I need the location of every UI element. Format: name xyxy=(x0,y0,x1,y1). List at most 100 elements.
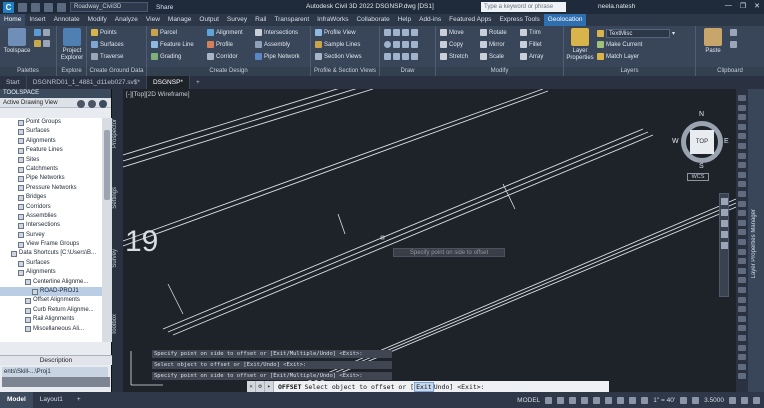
tab-transparent[interactable]: Transparent xyxy=(270,14,313,26)
tab-modify[interactable]: Modify xyxy=(84,14,111,26)
rotate-button[interactable]: Rotate xyxy=(480,29,507,36)
model-tab[interactable]: Model xyxy=(0,392,33,408)
intersections-button[interactable]: Intersections xyxy=(255,29,298,36)
grid-icon[interactable] xyxy=(545,396,553,404)
pipe-network-button[interactable]: Pipe Network xyxy=(255,53,300,60)
fillet-button[interactable]: Fillet xyxy=(520,41,542,48)
wrench-icon[interactable]: ⚙ xyxy=(256,381,265,392)
tool-strip-icon[interactable] xyxy=(738,354,746,361)
tab-collaborate[interactable]: Collaborate xyxy=(352,14,393,26)
tool-strip-icon[interactable] xyxy=(738,267,746,274)
workspace-dropdown[interactable]: Roadway_Civil3D xyxy=(70,2,148,12)
tool-strip-icon[interactable] xyxy=(738,114,746,121)
sample-lines-button[interactable]: Sample Lines xyxy=(315,41,360,48)
tree-item[interactable]: Rail Alignments xyxy=(0,315,102,324)
zoom-icon[interactable] xyxy=(721,220,728,227)
snap-icon[interactable] xyxy=(557,396,565,404)
minimize-icon[interactable]: — xyxy=(725,2,732,10)
palette-icon-2[interactable] xyxy=(34,40,50,47)
tab-settings[interactable]: Settings xyxy=(112,187,123,209)
tool-strip-icon[interactable] xyxy=(738,277,746,284)
palette-icon-1[interactable] xyxy=(34,29,50,36)
doc-tab-dsgnsp[interactable]: DSGNSP* xyxy=(146,76,190,89)
tab-help[interactable]: Help xyxy=(394,14,415,26)
tab-add-ins[interactable]: Add-ins xyxy=(415,14,445,26)
description-scrollbar[interactable] xyxy=(2,377,110,387)
tree-item[interactable]: Pressure Networks xyxy=(0,184,102,193)
isolate-icon[interactable] xyxy=(729,396,736,404)
tool-strip-icon[interactable] xyxy=(738,315,746,322)
viewcube[interactable]: TOP N S E W WCS xyxy=(672,111,729,181)
scale-button[interactable]: Scale xyxy=(480,53,504,60)
points-button[interactable]: Points xyxy=(91,29,117,36)
stretch-button[interactable]: Stretch xyxy=(440,53,468,60)
tree-scroll-thumb[interactable] xyxy=(104,130,110,200)
doc-tab-start[interactable]: Start xyxy=(0,76,27,89)
tab-express-tools[interactable]: Express Tools xyxy=(495,14,543,26)
tool-strip-icon[interactable] xyxy=(738,162,746,169)
fullscreen-icon[interactable] xyxy=(741,396,748,404)
help-icon[interactable] xyxy=(99,100,107,108)
tab-output[interactable]: Output xyxy=(195,14,223,26)
tree-scrollbar[interactable] xyxy=(102,118,112,342)
tab-home[interactable]: Home xyxy=(0,14,26,26)
search-input[interactable]: Type a keyword or phrase xyxy=(481,2,566,12)
alignment-button[interactable]: Alignment xyxy=(207,29,243,36)
feature-line-button[interactable]: Feature Line xyxy=(151,41,194,48)
tool-strip-icon[interactable] xyxy=(738,191,746,197)
tree-item[interactable]: Bridges xyxy=(0,193,102,202)
new-tab-button[interactable]: + xyxy=(190,76,206,89)
tab-annotate[interactable]: Annotate xyxy=(50,14,84,26)
project-explorer-button[interactable]: Project Explorer xyxy=(57,28,87,65)
layout1-tab[interactable]: Layout1 xyxy=(33,392,70,408)
selection-cycling-icon[interactable] xyxy=(629,396,637,404)
tree-item[interactable]: Surfaces xyxy=(0,259,102,268)
tab-view[interactable]: View xyxy=(142,14,164,26)
transparency-icon[interactable] xyxy=(617,396,625,404)
match-layer-button[interactable]: Match Layer xyxy=(597,53,639,60)
array-button[interactable]: Array xyxy=(520,53,543,60)
viewcube-top-face[interactable]: TOP xyxy=(690,130,714,154)
profile-view-button[interactable]: Profile View xyxy=(315,29,356,36)
tool-strip-icon[interactable] xyxy=(738,325,746,332)
tool-strip-icon[interactable] xyxy=(738,258,746,265)
layer-dropdown[interactable]: TextMisc ▾ xyxy=(597,29,675,38)
draw-circle-icon[interactable] xyxy=(384,41,418,48)
tree-item[interactable]: Catchments xyxy=(0,165,102,174)
tool-strip-icon[interactable] xyxy=(738,210,746,217)
grading-button[interactable]: Grading xyxy=(151,53,181,60)
move-button[interactable]: Move xyxy=(440,29,464,36)
tree-item[interactable]: Pipe Networks xyxy=(0,174,102,183)
steering-wheel-icon[interactable] xyxy=(721,198,728,205)
undo-icon[interactable] xyxy=(44,2,53,12)
tree-item[interactable]: Data Shortcuts [C:\Users\B... xyxy=(0,249,102,258)
viewport-label[interactable]: [-][Top][2D Wireframe] xyxy=(126,91,190,98)
mirror-button[interactable]: Mirror xyxy=(480,41,505,48)
draw-hatch-icon[interactable] xyxy=(384,53,418,60)
add-layout-tab[interactable]: + xyxy=(70,392,88,408)
tool-strip-icon[interactable] xyxy=(738,239,746,245)
app-logo[interactable]: C xyxy=(3,1,14,13)
tree-item[interactable]: Miscellaneous Ali... xyxy=(0,325,102,334)
tool-strip-icon[interactable] xyxy=(738,152,746,159)
lineweight-icon[interactable] xyxy=(605,396,613,404)
draw-line-icon[interactable] xyxy=(384,29,418,36)
tab-featured-apps[interactable]: Featured Apps xyxy=(445,14,495,26)
maximize-icon[interactable]: ❐ xyxy=(740,2,746,10)
osnap-icon[interactable] xyxy=(593,396,601,404)
wcs-dropdown[interactable]: WCS xyxy=(687,173,709,181)
tool-strip-icon[interactable] xyxy=(738,344,746,351)
item-view-icon[interactable] xyxy=(77,100,85,108)
tree-item[interactable]: Assemblies xyxy=(0,212,102,221)
tree-item[interactable]: Curb Return Alignme... xyxy=(0,306,102,315)
drawing-canvas[interactable]: 19 [-][Top][2D Wireframe] Specify point … xyxy=(123,89,736,392)
share-button[interactable]: Share xyxy=(156,4,173,11)
tool-strip-icon[interactable] xyxy=(738,335,746,341)
user-account[interactable]: neela.natesh xyxy=(598,3,635,10)
recent-commands-icon[interactable]: ▸ xyxy=(265,381,274,392)
copy-clip-icon[interactable] xyxy=(730,29,737,36)
doc-tab-dsgnrd01[interactable]: DSGNRD01_1_4881_d11eb027.sv$* xyxy=(27,76,147,89)
refresh-icon[interactable] xyxy=(88,100,96,108)
compass-east[interactable]: E xyxy=(724,138,729,145)
tab-infraworks[interactable]: InfraWorks xyxy=(313,14,352,26)
